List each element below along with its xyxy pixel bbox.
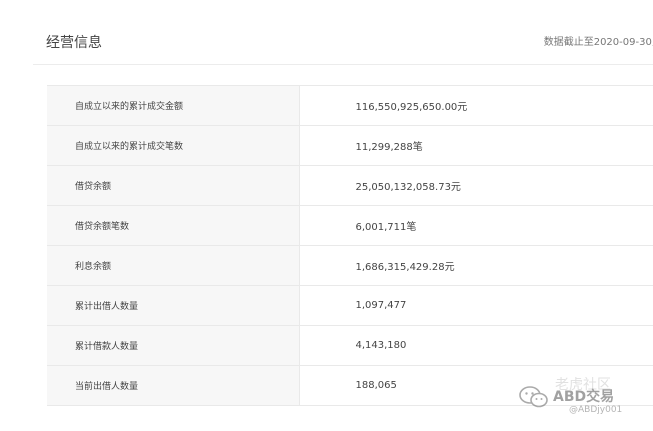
table-row: 自成立以来的累计成交金额 116,550,925,650.00元	[47, 85, 653, 126]
row-label: 累计借款人数量	[47, 325, 300, 366]
row-value: 4,143,180	[299, 325, 653, 366]
table-row: 累计出借人数量 1,097,477	[47, 285, 653, 326]
wechat-icon	[519, 386, 548, 408]
row-label: 借贷余额笔数	[47, 205, 300, 246]
table-row: 利息余额 1,686,315,429.28元	[47, 245, 653, 286]
row-label: 当前出借人数量	[47, 365, 300, 406]
business-info-table: 自成立以来的累计成交金额 116,550,925,650.00元 自成立以来的累…	[47, 85, 653, 406]
row-label: 借贷余额	[47, 165, 300, 206]
row-value: 1,686,315,429.28元	[299, 245, 653, 286]
table-row: 累计借款人数量 4,143,180	[47, 325, 653, 366]
row-value: 116,550,925,650.00元	[299, 85, 653, 126]
table-row: 自成立以来的累计成交笔数 11,299,288笔	[47, 125, 653, 166]
page: 经营信息 数据截止至2020-09-30, 自成立以来的累计成交金额 116,5…	[0, 0, 653, 431]
watermark-handle: @ABDjy001	[569, 405, 623, 415]
table-row: 借贷余额笔数 6,001,711笔	[47, 205, 653, 246]
row-value: 11,299,288笔	[299, 125, 653, 166]
row-value: 6,001,711笔	[299, 205, 653, 246]
row-label: 利息余额	[47, 245, 300, 286]
row-label: 累计出借人数量	[47, 285, 300, 326]
row-value: 25,050,132,058.73元	[299, 165, 653, 206]
data-date-note: 数据截止至2020-09-30,	[543, 37, 653, 48]
row-label: 自成立以来的累计成交金额	[47, 85, 300, 126]
section-title: 经营信息	[46, 35, 102, 51]
row-label: 自成立以来的累计成交笔数	[47, 125, 300, 166]
watermark-main-text: ABD交易	[553, 389, 615, 405]
watermark: 老虎社区 ABD交易 @ABDjy001	[519, 377, 639, 421]
section-header: 经营信息 数据截止至2020-09-30,	[33, 0, 653, 65]
table-row: 借贷余额 25,050,132,058.73元	[47, 165, 653, 206]
row-value: 1,097,477	[299, 285, 653, 326]
